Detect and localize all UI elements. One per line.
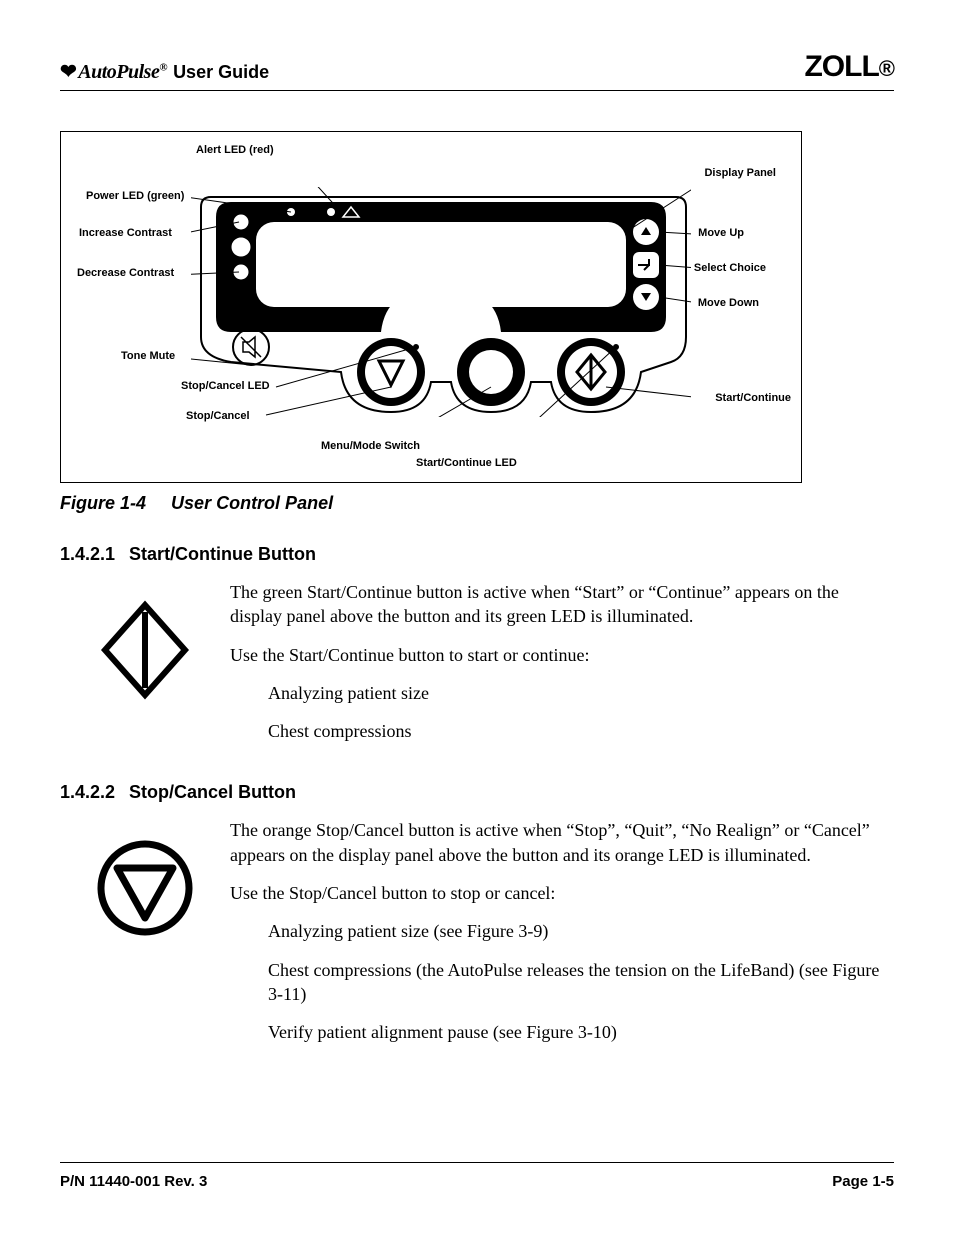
list-item: Analyzing patient size [268,681,894,705]
doc-title: User Guide [173,62,269,83]
page-header: ❤AutoPulse® User Guide ZOLL® [60,50,894,91]
start-continue-icon [100,600,190,700]
label-tone-mute: Tone Mute [121,350,175,362]
device-illustration [191,187,691,417]
list-item: Chest compressions (the AutoPulse releas… [268,958,894,1007]
paragraph: The orange Stop/Cancel button is active … [230,818,894,867]
label-decrease-contrast: Decrease Contrast [77,267,174,279]
page-footer: P/N 11440-001 Rev. 3 Page 1-5 [60,1162,894,1190]
list-item: Chest compressions [268,719,894,743]
label-move-up: Move Up [698,227,744,239]
label-display-panel: Display Panel [704,167,776,179]
section-title: Start/Continue Button [129,544,316,564]
autopulse-logo: ❤AutoPulse® [60,59,167,84]
list-item: Verify patient alignment pause (see Figu… [268,1020,894,1044]
label-start-continue-led: Start/Continue LED [416,457,517,469]
list-item: Analyzing patient size (see Figure 3-9) [268,919,894,943]
label-power-led: Power LED (green) [86,190,184,202]
company-name: ZOLL [804,50,878,83]
label-increase-contrast: Increase Contrast [79,227,172,239]
section-number: 1.4.2.1 [60,544,115,564]
section-number: 1.4.2.2 [60,782,115,802]
zoll-logo: ZOLL® [804,50,894,84]
company-reg: ® [879,56,894,81]
section-title: Stop/Cancel Button [129,782,296,802]
registered-mark: ® [159,61,167,73]
stop-cancel-icon [95,838,195,938]
figure-number: Figure 1-4 [60,493,146,513]
figure-caption: Figure 1-4 User Control Panel [60,493,894,514]
section-heading-stop-cancel: 1.4.2.2 Stop/Cancel Button [60,782,894,803]
label-select-choice: Select Choice [694,262,766,274]
page-number: Page 1-5 [832,1173,894,1190]
paragraph: The green Start/Continue button is activ… [230,580,894,629]
section-heading-start-continue: 1.4.2.1 Start/Continue Button [60,544,894,565]
label-menu-mode: Menu/Mode Switch [321,440,420,452]
paragraph: Use the Start/Continue button to start o… [230,643,894,667]
figure-control-panel: Alert LED (red) Power LED (green) Increa… [60,131,802,483]
label-move-down: Move Down [698,297,759,309]
paragraph: Use the Stop/Cancel button to stop or ca… [230,881,894,905]
label-start-continue: Start/Continue [715,392,791,404]
part-number: P/N 11440-001 Rev. 3 [60,1173,207,1190]
figure-title: User Control Panel [171,493,333,513]
label-alert-led: Alert LED (red) [196,144,274,156]
brand-name: AutoPulse [78,61,159,83]
